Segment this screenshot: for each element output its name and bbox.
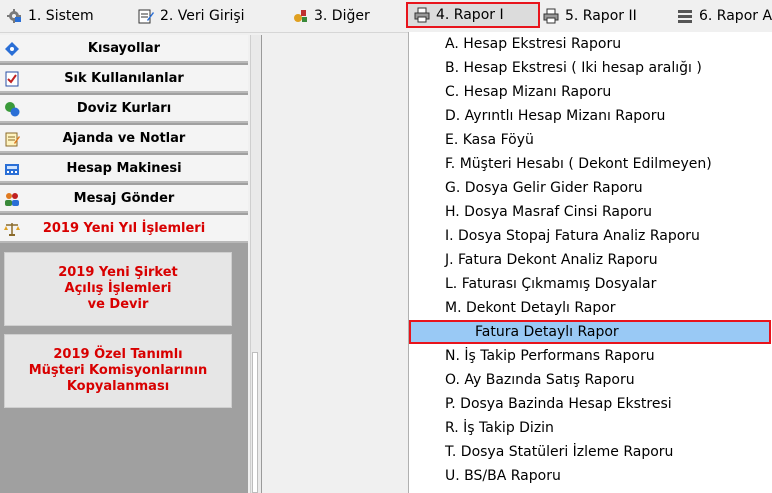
menu-sistem[interactable]: 1. Sistem (6, 4, 94, 28)
menu-diger[interactable]: 3. Diğer (292, 4, 370, 28)
sidebar-scroll-thumb[interactable] (252, 352, 258, 493)
sidebar-item-doviz-kurlari[interactable]: Doviz Kurları (0, 95, 248, 123)
button-text: 2019 Yeni Şirket Açılış İşlemleri ve Dev… (58, 265, 178, 313)
menu-item-f[interactable]: F. Müşteri Hesabı ( Dekont Edilmeyen) (445, 152, 712, 176)
list-icon (677, 8, 693, 24)
menu-item-c[interactable]: C. Hesap Mizanı Raporu (445, 80, 611, 104)
printer-icon (414, 7, 430, 23)
menu-item-o[interactable]: O. Ay Bazında Satış Raporu (445, 368, 635, 392)
rapor-1-dropdown: A. Hesap Ekstresi Raporu B. Hesap Ekstre… (408, 32, 772, 493)
sidebar-item-hesap-makinesi[interactable]: Hesap Makinesi (0, 155, 248, 183)
top-menu-bar: 1. Sistem 2. Veri Girişi 3. Diğer 4. Rap… (0, 0, 772, 33)
menu-item-a[interactable]: A. Hesap Ekstresi Raporu (445, 32, 621, 56)
sidebar-item-ajanda[interactable]: Ajanda ve Notlar (0, 125, 248, 153)
tools-icon (292, 8, 308, 24)
menu-label: 1. Sistem (28, 8, 94, 24)
button-line: Kopyalanması (66, 379, 170, 394)
sidebar-item-label: Hesap Makinesi (66, 160, 182, 176)
menu-item-b[interactable]: B. Hesap Ekstresi ( Iki hesap aralığı ) (445, 56, 702, 80)
menu-item-h[interactable]: H. Dosya Masraf Cinsi Raporu (445, 200, 652, 224)
menu-item-j[interactable]: J. Fatura Dekont Analiz Raporu (445, 248, 658, 272)
menu-label: 4. Rapor I (436, 7, 504, 23)
gear-icon (6, 8, 22, 24)
menu-rapor-2[interactable]: 5. Rapor II (543, 4, 637, 28)
sidebar-item-label: 2019 Yeni Yıl İşlemleri (42, 220, 206, 236)
menu-item-p[interactable]: P. Dosya Bazinda Hesap Ekstresi (445, 392, 672, 416)
button-line: 2019 Yeni Şirket (58, 265, 178, 280)
menu-item-m[interactable]: M. Dekont Detaylı Rapor (445, 296, 616, 320)
menu-item-t[interactable]: T. Dosya Statüleri İzleme Raporu (445, 440, 673, 464)
musteri-komisyon-kopyala-button[interactable]: 2019 Özel Tanımlı Müşteri Komisyonlarını… (4, 334, 232, 408)
sidebar: Kısayollar Sık Kullanılanlar Doviz Kurla… (0, 35, 248, 493)
yeni-sirket-acilis-button[interactable]: 2019 Yeni Şirket Açılış İşlemleri ve Dev… (4, 252, 232, 326)
sidebar-item-sik-kullanilanlar[interactable]: Sık Kullanılanlar (0, 65, 248, 93)
menu-item-l[interactable]: L. Faturası Çıkmamış Dosyalar (445, 272, 656, 296)
menu-item-r[interactable]: R. İş Takip Dizin (445, 416, 554, 440)
menu-item-n[interactable]: N. İş Takip Performans Raporu (445, 344, 655, 368)
printer-icon (543, 8, 559, 24)
sidebar-item-label: Sık Kullanılanlar (64, 70, 184, 86)
sidebar-item-mesaj-gonder[interactable]: Mesaj Gönder (0, 185, 248, 213)
button-text: 2019 Özel Tanımlı Müşteri Komisyonlarını… (29, 347, 208, 395)
sidebar-item-kisayollar[interactable]: Kısayollar (0, 35, 248, 63)
edit-icon (138, 8, 154, 24)
button-line: Müşteri Komisyonlarının (28, 363, 208, 378)
menu-rapor-1[interactable]: 4. Rapor I (406, 2, 540, 28)
menu-item-fatura-detayli-rapor[interactable]: Fatura Detaylı Rapor (409, 320, 771, 344)
menu-item-e[interactable]: E. Kasa Föyü (445, 128, 534, 152)
menu-rapor-a[interactable]: 6. Rapor A (677, 4, 772, 28)
menu-item-g[interactable]: G. Dosya Gelir Gider Raporu (445, 176, 643, 200)
main-panel (261, 35, 408, 493)
button-line: Açılış İşlemleri (64, 281, 172, 296)
sidebar-item-label: Mesaj Gönder (73, 190, 175, 206)
sidebar-item-label: Doviz Kurları (76, 100, 172, 116)
menu-label: 3. Diğer (314, 8, 370, 24)
selected-item-label: Fatura Detaylı Rapor (475, 324, 619, 340)
button-line: ve Devir (87, 297, 149, 312)
button-line: 2019 Özel Tanımlı (53, 347, 183, 362)
sidebar-item-label: Ajanda ve Notlar (62, 130, 186, 146)
menu-item-d[interactable]: D. Ayrıntlı Hesap Mizanı Raporu (445, 104, 665, 128)
sidebar-item-label: Kısayollar (87, 40, 161, 56)
menu-label: 5. Rapor II (565, 8, 637, 24)
menu-veri-girisi[interactable]: 2. Veri Girişi (138, 4, 245, 28)
menu-label: 6. Rapor A (699, 8, 772, 24)
menu-label: 2. Veri Girişi (160, 8, 245, 24)
menu-item-i[interactable]: I. Dosya Stopaj Fatura Analiz Raporu (445, 224, 700, 248)
menu-item-u[interactable]: U. BS/BA Raporu (445, 464, 561, 488)
sidebar-item-yeni-yil[interactable]: 2019 Yeni Yıl İşlemleri (0, 215, 248, 243)
